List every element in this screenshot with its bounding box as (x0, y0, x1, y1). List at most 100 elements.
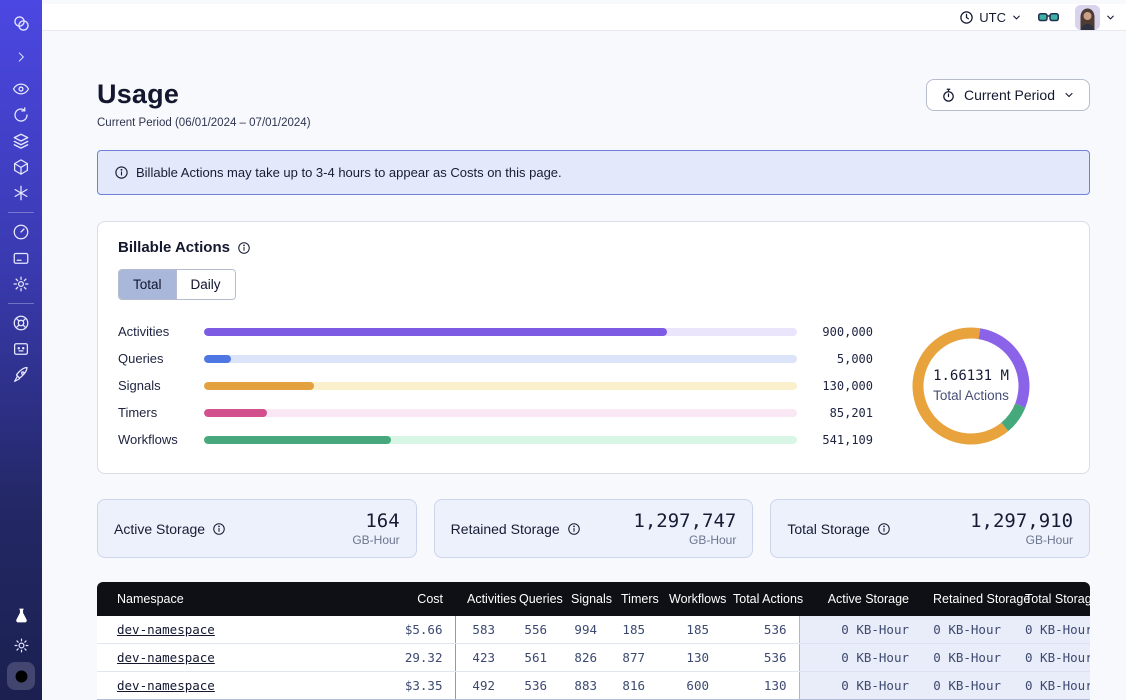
col-header-namespace: Namespace (97, 582, 359, 616)
col-header-retained-storage: Retained Storage (921, 582, 1013, 616)
cube-icon[interactable] (7, 154, 35, 180)
avatar[interactable] (1075, 5, 1100, 30)
flask-icon[interactable] (7, 602, 35, 628)
namespace-link[interactable]: dev-namespace (117, 622, 215, 637)
total-daily-toggle: Total Daily (118, 269, 236, 300)
col-header-workflows: Workflows (657, 582, 721, 616)
bar-label: Signals (118, 378, 188, 393)
bar-value: 85,201 (809, 406, 873, 420)
namespace-link[interactable]: dev-namespace (117, 650, 215, 665)
cell-total-actions: 536 (721, 644, 799, 672)
period-dropdown-button[interactable]: Current Period (926, 79, 1090, 111)
gauge-icon[interactable] (7, 219, 35, 245)
col-header-total-actions: Total Actions (721, 582, 799, 616)
glasses-icon[interactable] (1038, 10, 1059, 25)
cell-total-storage: 0 KB-Hour (1013, 644, 1090, 672)
cell-active-storage: 0 KB-Hour (799, 616, 921, 644)
sun-icon[interactable] (7, 632, 35, 658)
content: Usage Current Period (06/01/2024 – 07/01… (42, 31, 1126, 700)
info-icon[interactable] (212, 522, 226, 536)
cell-total-actions: 536 (721, 616, 799, 644)
cell-workflows: 185 (657, 616, 721, 644)
bar-track (204, 355, 797, 363)
asterisk-icon[interactable] (7, 180, 35, 206)
sidebar-divider (8, 212, 34, 213)
gear-icon[interactable] (7, 271, 35, 297)
timezone-selector[interactable]: UTC (959, 10, 1022, 25)
retained-storage-card: Retained Storage 1,297,747 GB-Hour (434, 499, 754, 558)
active-storage-card: Active Storage 164 GB-Hour (97, 499, 417, 558)
cell-signals: 826 (559, 644, 609, 672)
tab-total[interactable]: Total (119, 270, 176, 299)
storage-card-value: 164 (352, 510, 399, 532)
bar-fill (204, 328, 667, 336)
sidebar-divider (8, 303, 34, 304)
cell-queries: 561 (507, 644, 559, 672)
cell-active-storage: 0 KB-Hour (799, 672, 921, 700)
cell-total-storage: 0 KB-Hour (1013, 616, 1090, 644)
bar-value: 130,000 (809, 379, 873, 393)
dollar-coin-icon[interactable] (7, 662, 35, 690)
bar-row-workflows: Workflows541,109 (118, 426, 873, 453)
history-icon[interactable] (7, 102, 35, 128)
storage-card-label: Active Storage (114, 521, 205, 537)
col-header-signals: Signals (559, 582, 609, 616)
cell-timers: 185 (609, 616, 657, 644)
cell-total-storage: 0 KB-Hour (1013, 672, 1090, 700)
eye-icon[interactable] (7, 76, 35, 102)
cell-activities: 492 (455, 672, 507, 700)
cell-workflows: 600 (657, 672, 721, 700)
bar-track (204, 436, 797, 444)
monitor-icon[interactable] (7, 336, 35, 362)
bar-label: Workflows (118, 432, 188, 447)
layers-icon[interactable] (7, 128, 35, 154)
account-menu[interactable] (1075, 5, 1116, 30)
bar-value: 900,000 (809, 325, 873, 339)
temporal-logo-icon[interactable] (7, 10, 35, 36)
cell-namespace: dev-namespace (97, 672, 359, 700)
page-title: Usage (97, 79, 311, 110)
info-icon[interactable] (237, 241, 251, 255)
stopwatch-icon (941, 88, 956, 103)
lifebuoy-icon[interactable] (7, 310, 35, 336)
total-actions-donut: 1.66131 M Total Actions (873, 324, 1069, 448)
cell-timers: 877 (609, 644, 657, 672)
info-banner-text: Billable Actions may take up to 3-4 hour… (136, 165, 562, 180)
bar-fill (204, 382, 314, 390)
chevron-down-icon (1011, 12, 1022, 23)
cell-retained-storage: 0 KB-Hour (921, 616, 1013, 644)
bar-row-queries: Queries5,000 (118, 345, 873, 372)
topbar: UTC (42, 4, 1126, 31)
col-header-active-storage: Active Storage (799, 582, 921, 616)
cell-queries: 536 (507, 672, 559, 700)
storage-card-label: Total Storage (787, 521, 870, 537)
donut-total-value: 1.66131 M (933, 368, 1009, 384)
clock-icon (959, 10, 974, 25)
info-icon (114, 165, 129, 180)
cell-retained-storage: 0 KB-Hour (921, 672, 1013, 700)
bar-fill (204, 355, 231, 363)
storage-cards: Active Storage 164 GB-Hour Retained Stor… (97, 499, 1090, 558)
bar-fill (204, 409, 267, 417)
cell-timers: 816 (609, 672, 657, 700)
cell-retained-storage: 0 KB-Hour (921, 644, 1013, 672)
credit-card-icon[interactable] (7, 245, 35, 271)
chevron-right-icon[interactable] (7, 44, 35, 70)
main-area: UTC Usage Current Period (06/01/2024 – 0… (42, 0, 1126, 700)
namespace-link[interactable]: dev-namespace (117, 678, 215, 693)
cell-cost: $3.35 (359, 672, 455, 700)
tab-daily[interactable]: Daily (176, 270, 235, 299)
info-icon[interactable] (567, 522, 581, 536)
cell-cost: 29.32 (359, 644, 455, 672)
bar-fill (204, 436, 391, 444)
info-icon[interactable] (877, 522, 891, 536)
cell-signals: 994 (559, 616, 609, 644)
bar-track (204, 328, 797, 336)
bar-track (204, 409, 797, 417)
col-header-timers: Timers (609, 582, 657, 616)
timezone-label: UTC (979, 10, 1006, 25)
bar-label: Activities (118, 324, 188, 339)
rocket-icon[interactable] (7, 362, 35, 388)
table-row: dev-namespace29.324235618268771305360 KB… (97, 644, 1090, 672)
billable-actions-card: Billable Actions Total Daily Activities9… (97, 221, 1090, 474)
